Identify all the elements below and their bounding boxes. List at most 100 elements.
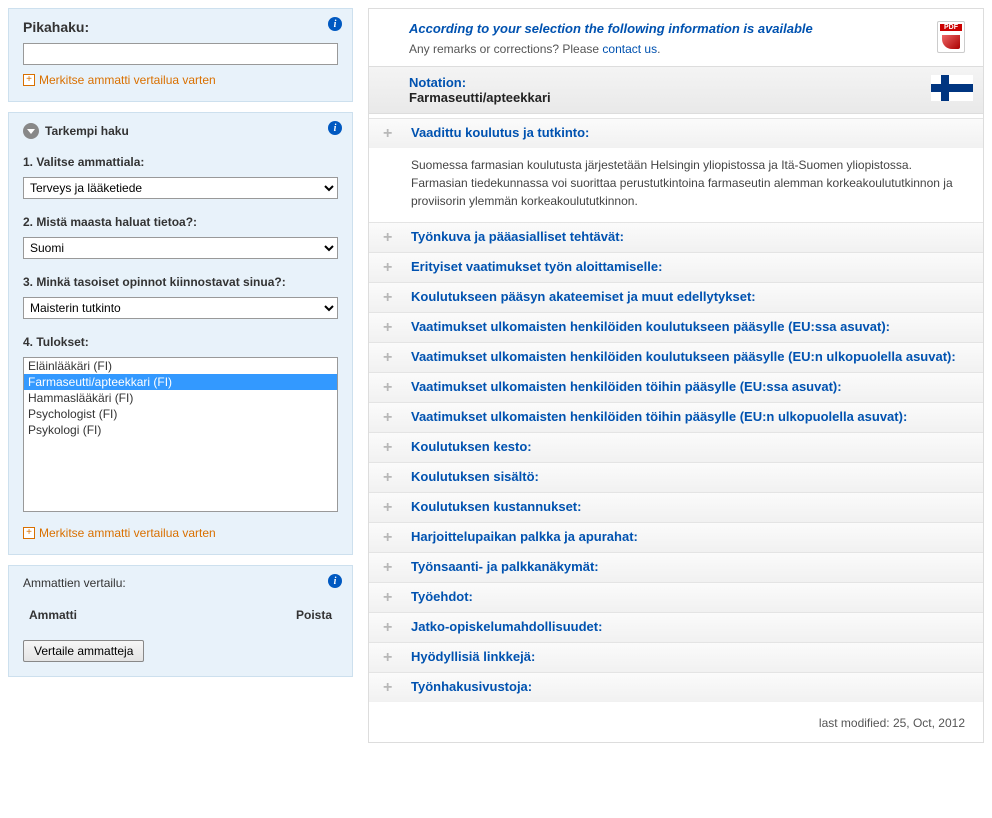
notation-bar: Notation: Farmaseutti/apteekkari (369, 66, 983, 114)
accordion-title: Vaadittu koulutus ja tutkinto: (411, 125, 589, 140)
detail-intro: According to your selection the followin… (409, 21, 965, 36)
accordion-header[interactable]: + Vaatimukset ulkomaisten henkilöiden kou… (369, 313, 983, 342)
pdf-icon[interactable] (937, 21, 965, 53)
accordion-item: +Vaatimukset ulkomaisten henkilöiden töi… (369, 402, 983, 432)
q4-label: 4. Tulokset: (23, 335, 338, 349)
accordion-item: +Hyödyllisiä linkkejä: (369, 642, 983, 672)
q2-label: 2. Mistä maasta haluat tietoa?: (23, 215, 338, 229)
accordion-title: Erityiset vaatimukset työn aloittamisell… (411, 259, 662, 274)
country-select[interactable]: Suomi (23, 237, 338, 259)
advanced-search-title: Tarkempi haku (45, 124, 129, 138)
expand-icon: + (383, 620, 397, 636)
expand-icon: + (383, 126, 397, 142)
expand-icon: + (383, 290, 397, 306)
accordion-item-expanded: + Vaadittu koulutus ja tutkinto: Suomess… (369, 118, 983, 222)
accordion-item: +Työnsaanti- ja palkkanäkymät: (369, 552, 983, 582)
compare-button[interactable]: Vertaile ammatteja (23, 640, 144, 662)
expand-icon: + (383, 440, 397, 456)
expand-icon: + (383, 260, 397, 276)
expand-icon: + (383, 470, 397, 486)
list-item[interactable]: Psykologi (FI) (24, 422, 337, 438)
accordion-title: Työnsaanti- ja palkkanäkymät: (411, 559, 599, 574)
advanced-search-panel: i Tarkempi haku 1. Valitse ammattiala: T… (8, 112, 353, 555)
info-icon[interactable]: i (328, 574, 342, 588)
list-item[interactable]: Hammaslääkäri (FI) (24, 390, 337, 406)
mark-profession-label: Merkitse ammatti vertailua varten (39, 526, 216, 540)
accordion-header[interactable]: +Työnkuva ja pääasialliset tehtävät: (369, 223, 983, 252)
accordion-header[interactable]: +Vaatimukset ulkomaisten henkilöiden töi… (369, 403, 983, 432)
accordion-header[interactable]: + Koulutukseen pääsyn akateemiset ja muut… (369, 283, 983, 312)
mark-profession-link-2[interactable]: + Merkitse ammatti vertailua varten (23, 526, 216, 540)
accordion-item: + Koulutuksen kustannukset: (369, 492, 983, 522)
accordion-title: Jatko-opiskelumahdollisuudet: (411, 619, 602, 634)
advanced-search-title-row: Tarkempi haku (23, 123, 338, 139)
col-remove: Poista (200, 602, 336, 628)
q3-label: 3. Minkä tasoiset opinnot kiinnostavat s… (23, 275, 338, 289)
notation-value: Farmaseutti/apteekkari (409, 90, 965, 105)
accordion-header[interactable]: +Koulutuksen kesto: (369, 433, 983, 462)
accordion-item: +Koulutuksen kesto: (369, 432, 983, 462)
accordion-body: Suomessa farmasian koulutusta järjestetä… (369, 148, 983, 222)
accordion-header[interactable]: + Koulutuksen kustannukset: (369, 493, 983, 522)
accordion-title: Hyödyllisiä linkkejä: (411, 649, 535, 664)
level-select[interactable]: Maisterin tutkinto (23, 297, 338, 319)
detail-panel: According to your selection the followin… (368, 8, 984, 743)
accordion-title: Harjoittelupaikan palkka ja apurahat: (411, 529, 638, 544)
accordion-header[interactable]: +Työnsaanti- ja palkkanäkymät: (369, 553, 983, 582)
mark-profession-link[interactable]: + Merkitse ammatti vertailua varten (23, 73, 216, 87)
compare-panel: i Ammattien vertailu: Ammatti Poista Ver… (8, 565, 353, 677)
plus-icon: + (23, 74, 35, 86)
field-select[interactable]: Terveys ja lääketiede (23, 177, 338, 199)
info-icon[interactable]: i (328, 121, 342, 135)
accordion-title: Työehdot: (411, 589, 473, 604)
accordion-title: Työnhakusivustoja: (411, 679, 532, 694)
accordion-item: + Jatko-opiskelumahdollisuudet: (369, 612, 983, 642)
list-item[interactable]: Psychologist (FI) (24, 406, 337, 422)
expand-icon: + (383, 500, 397, 516)
accordion-item: + Työnhakusivustoja: (369, 672, 983, 702)
col-profession: Ammatti (25, 602, 198, 628)
compare-table: Ammatti Poista (23, 600, 338, 630)
mark-profession-label: Merkitse ammatti vertailua varten (39, 73, 216, 87)
accordion-header[interactable]: +Hyödyllisiä linkkejä: (369, 643, 983, 672)
expand-icon: + (383, 680, 397, 696)
accordion-item: + Työehdot: (369, 582, 983, 612)
flag-finland-icon (931, 75, 973, 101)
accordion-header[interactable]: + Vaadittu koulutus ja tutkinto: (369, 119, 983, 148)
quicksearch-input[interactable] (23, 43, 338, 65)
contact-link[interactable]: contact us (602, 42, 657, 56)
expand-icon: + (383, 590, 397, 606)
accordion-title: Koulutuksen kustannukset: (411, 499, 581, 514)
accordion-item: + Vaatimukset ulkomaisten henkilöiden kou… (369, 312, 983, 342)
expand-icon: + (383, 530, 397, 546)
remarks-prefix: Any remarks or corrections? Please (409, 42, 602, 56)
accordion-item: +Työnkuva ja pääasialliset tehtävät: (369, 222, 983, 252)
accordion-title: Vaatimukset ulkomaisten henkilöiden töih… (411, 379, 842, 394)
expand-icon: + (383, 410, 397, 426)
accordion-header[interactable]: + Työnhakusivustoja: (369, 673, 983, 702)
results-listbox[interactable]: Eläinlääkäri (FI)Farmaseutti/apteekkari … (23, 357, 338, 512)
accordion-header[interactable]: + Harjoittelupaikan palkka ja apurahat: (369, 523, 983, 552)
accordion-title: Vaatimukset ulkomaisten henkilöiden koul… (411, 319, 890, 334)
notation-label: Notation: (409, 75, 965, 90)
accordion-item: +Vaatimukset ulkomaisten henkilöiden töi… (369, 372, 983, 402)
accordion-item: + Erityiset vaatimukset työn aloittamisel… (369, 252, 983, 282)
chevron-down-icon[interactable] (23, 123, 39, 139)
quicksearch-title: Pikahaku: (23, 19, 338, 35)
list-item[interactable]: Farmaseutti/apteekkari (FI) (24, 374, 337, 390)
expand-icon: + (383, 350, 397, 366)
q1-label: 1. Valitse ammattiala: (23, 155, 338, 169)
accordion-title: Koulutukseen pääsyn akateemiset ja muut … (411, 289, 756, 304)
accordion-title: Työnkuva ja pääasialliset tehtävät: (411, 229, 624, 244)
accordion-header[interactable]: + Jatko-opiskelumahdollisuudet: (369, 613, 983, 642)
accordion-item: + Koulutukseen pääsyn akateemiset ja muut… (369, 282, 983, 312)
accordion-header[interactable]: +Vaatimukset ulkomaisten henkilöiden töi… (369, 373, 983, 402)
info-icon[interactable]: i (328, 17, 342, 31)
accordion-header[interactable]: + Vaatimukset ulkomaisten henkilöiden kou… (369, 343, 983, 372)
list-item[interactable]: Eläinlääkäri (FI) (24, 358, 337, 374)
accordion-header[interactable]: + Työehdot: (369, 583, 983, 612)
accordion-header[interactable]: +Koulutuksen sisältö: (369, 463, 983, 492)
accordion-header[interactable]: + Erityiset vaatimukset työn aloittamisel… (369, 253, 983, 282)
expand-icon: + (383, 320, 397, 336)
accordion-title: Vaatimukset ulkomaisten henkilöiden koul… (411, 349, 956, 364)
